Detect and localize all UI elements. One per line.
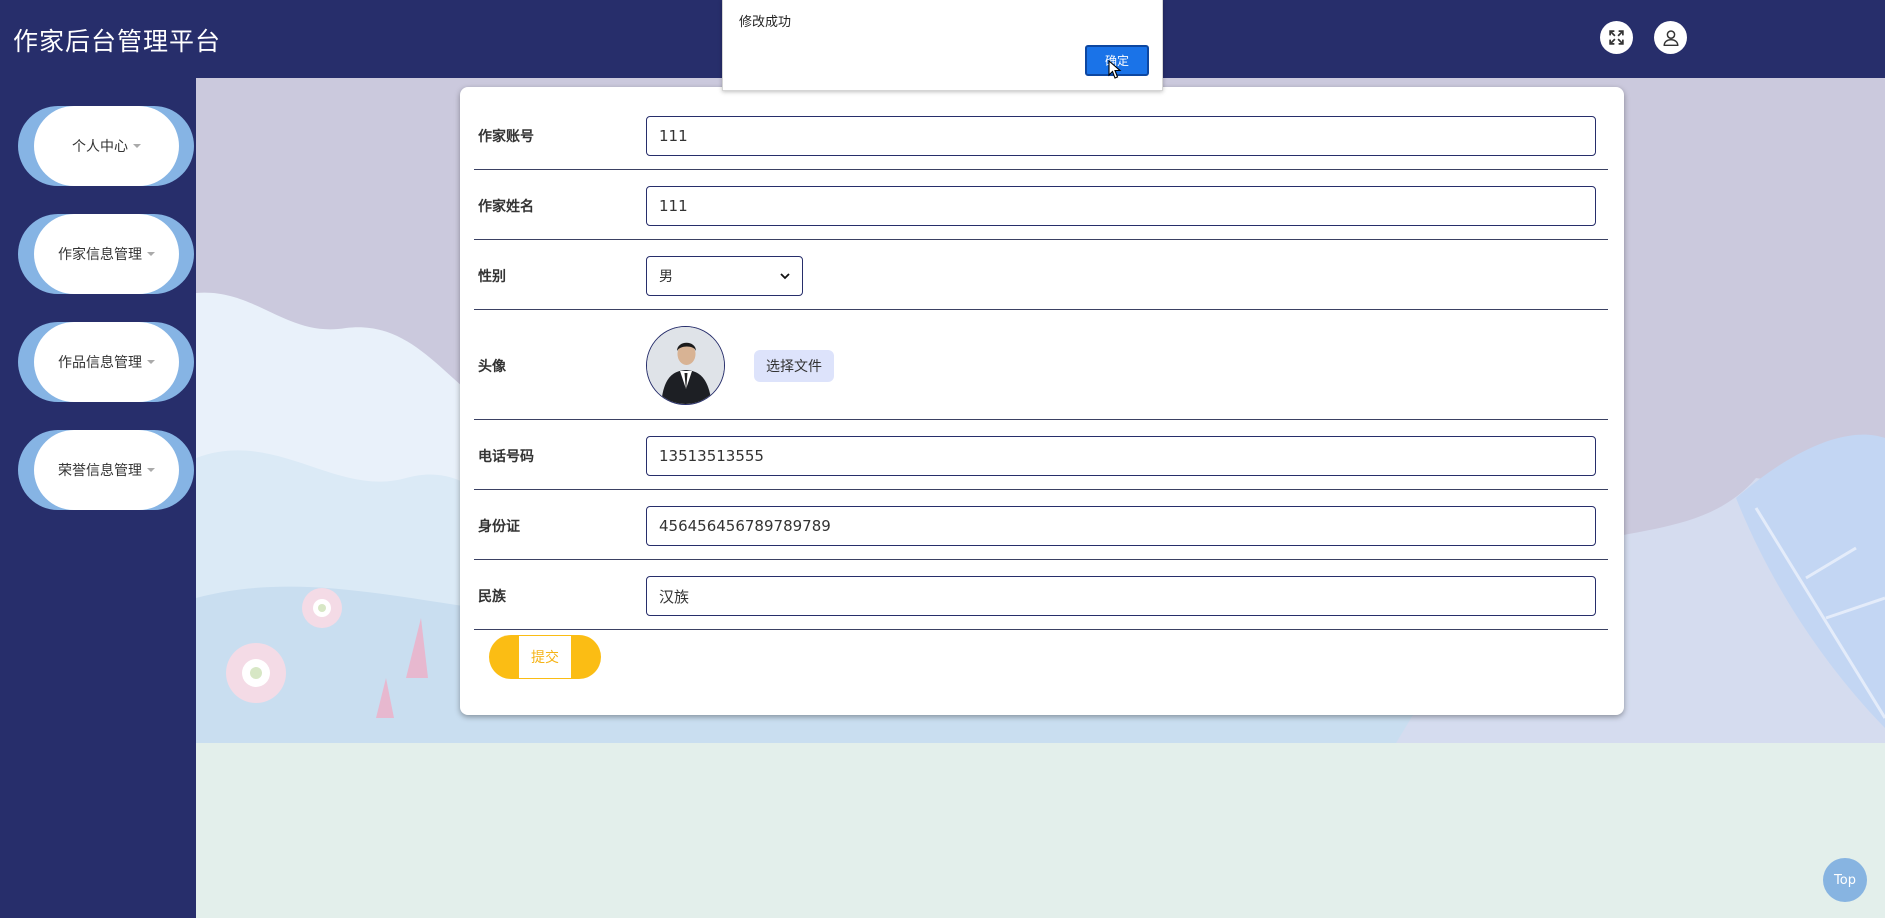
sidebar-item-label: 个人中心 bbox=[72, 139, 128, 155]
name-label: 作家姓名 bbox=[478, 199, 534, 215]
sidebar: 个人中心 作家信息管理 作品信息管理 荣誉信息管理 bbox=[0, 78, 196, 918]
account-input[interactable] bbox=[646, 116, 1596, 156]
gender-label: 性别 bbox=[478, 269, 506, 285]
sidebar-item-label: 作家信息管理 bbox=[58, 247, 142, 263]
gender-select[interactable]: 男 bbox=[646, 256, 803, 296]
caret-down-icon bbox=[147, 360, 155, 364]
sidebar-item-writer-info[interactable]: 作家信息管理 bbox=[18, 214, 194, 294]
id-card-input[interactable] bbox=[646, 506, 1596, 546]
app-title: 作家后台管理平台 bbox=[13, 27, 222, 56]
sidebar-item-label: 作品信息管理 bbox=[58, 355, 142, 371]
user-button[interactable] bbox=[1654, 21, 1687, 54]
submit-button[interactable]: 提交 bbox=[489, 635, 601, 679]
form-row-avatar: 头像 选择文件 bbox=[474, 310, 1608, 420]
sidebar-item-honor-info[interactable]: 荣誉信息管理 bbox=[18, 430, 194, 510]
caret-down-icon bbox=[147, 468, 155, 472]
phone-input[interactable] bbox=[646, 436, 1596, 476]
alert-dialog: 修改成功 确定 bbox=[722, 0, 1163, 91]
user-icon bbox=[1663, 29, 1678, 46]
form-row-phone: 电话号码 bbox=[474, 420, 1608, 490]
sidebar-item-works-info[interactable]: 作品信息管理 bbox=[18, 322, 194, 402]
id-card-label: 身份证 bbox=[478, 519, 520, 535]
form-row-name: 作家姓名 bbox=[474, 170, 1608, 240]
mouse-cursor-icon bbox=[1108, 60, 1122, 79]
person-portrait bbox=[647, 327, 724, 404]
sidebar-item-label: 荣誉信息管理 bbox=[58, 463, 142, 479]
phone-label: 电话号码 bbox=[478, 449, 534, 465]
caret-down-icon bbox=[133, 144, 141, 148]
form-row-id-card: 身份证 bbox=[474, 490, 1608, 560]
form-row-gender: 性别 男 bbox=[474, 240, 1608, 310]
profile-form-card: 作家账号 作家姓名 性别 男 头像 选择文件 电话号码 bbox=[460, 87, 1624, 715]
ethnicity-label: 民族 bbox=[478, 589, 506, 605]
caret-down-icon bbox=[147, 252, 155, 256]
sidebar-item-personal-center[interactable]: 个人中心 bbox=[18, 106, 194, 186]
form-row-account: 作家账号 bbox=[474, 100, 1608, 170]
account-label: 作家账号 bbox=[478, 129, 534, 145]
fullscreen-button[interactable] bbox=[1600, 21, 1633, 54]
choose-file-button[interactable]: 选择文件 bbox=[754, 350, 834, 382]
gender-selected-value: 男 bbox=[659, 269, 673, 285]
chevron-down-icon bbox=[780, 273, 790, 280]
submit-label: 提交 bbox=[519, 636, 571, 678]
avatar-image bbox=[646, 326, 725, 405]
back-to-top-button[interactable]: Top bbox=[1823, 858, 1867, 902]
ethnicity-input[interactable] bbox=[646, 576, 1596, 616]
name-input[interactable] bbox=[646, 186, 1596, 226]
alert-message: 修改成功 bbox=[739, 15, 792, 30]
form-row-ethnicity: 民族 bbox=[474, 560, 1608, 630]
avatar-label: 头像 bbox=[478, 359, 506, 375]
expand-icon bbox=[1609, 30, 1624, 45]
